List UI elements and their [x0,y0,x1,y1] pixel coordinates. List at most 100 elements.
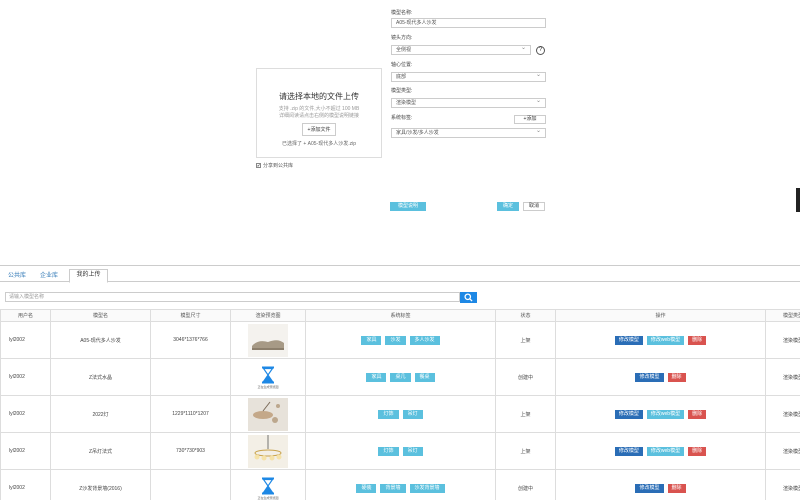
cell-model-name: Z法式水晶 [50,358,151,396]
system-tag[interactable]: 硬装 [356,483,377,493]
column-header: 模型尺寸 [150,309,231,322]
system-tag[interactable]: 吊灯 [402,409,423,419]
delete-button[interactable]: 删除 [688,335,707,345]
upload-hint: 支持 .zip 的文件,大小不超过 100 MB 详细阅读请点击右侧的模型说明链… [257,106,381,120]
cell-operations: 修改模型 修改web模型 删除 [555,432,766,470]
edit-model-button[interactable]: 修改模型 [614,409,643,419]
orientation-value: 全侧视 [396,47,412,53]
system-tag[interactable]: 多人沙发 [409,335,440,345]
cell-preview: 正在生成预览图 [230,469,306,500]
system-tag[interactable]: 灯饰 [378,409,399,419]
sofa-preview-image [248,323,288,357]
table-row: lyl2002 Z沙发背景墙(2016) 正在生成预览图 硬装 背景墙 沙发背景墙 创建中修… [0,469,800,500]
preview-image [248,397,288,431]
share-label: 分享到公共库 [263,163,294,169]
cell-tags: 灯饰 吊灯 [305,432,496,470]
scrollbar-thumb[interactable] [796,188,800,212]
delete-button[interactable]: 删除 [667,372,686,382]
table-body: lyl2002 A05-现代多人沙发 3046*1376*766 家具 沙发 多人沙发 上架… [0,321,800,500]
cell-model-type: 渲染模型 [765,395,800,433]
delete-button[interactable]: 删除 [688,446,707,456]
model-doc-button[interactable]: 模型说明 [390,202,426,211]
cell-model-size: 1229*1110*1207 [150,395,231,433]
add-tag-button[interactable]: +添加 [514,115,546,124]
cell-operations: 修改模型 删除 [555,469,766,500]
model-name-input[interactable]: A05-现代多人沙发 [391,18,546,28]
cell-status: 上架 [495,432,556,470]
cell-username: lyl2002 [0,321,51,359]
edit-model-button[interactable]: 修改模型 [635,372,664,382]
model-search-input[interactable]: 请输入模型名称 [5,292,460,302]
add-file-button[interactable]: +添加文件 [301,123,337,136]
cell-model-name: 2022灯 [50,395,151,433]
cell-tags: 家具 桌几 餐桌 [305,358,496,396]
column-header: 渲染预览图 [230,309,306,322]
hourglass-icon [262,366,274,383]
cell-operations: 修改模型 修改web模型 删除 [555,395,766,433]
system-tag-select[interactable]: 家具/沙发/多人沙发 [391,127,546,138]
axis-value: 底部 [396,74,407,80]
search-icon [464,293,473,302]
cancel-button[interactable]: 取消 [523,202,545,211]
system-tag[interactable]: 餐桌 [414,372,435,382]
cell-tags: 家具 沙发 多人沙发 [305,321,496,359]
tab-enterprise[interactable]: 企业库 [40,270,58,279]
orientation-select[interactable]: 全侧视 [391,44,531,55]
edit-model-button[interactable]: 修改模型 [614,446,643,456]
cell-model-name: Z吊灯法式 [50,432,151,470]
column-header: 状态 [495,309,556,322]
cell-model-type: 渲染模型 [765,432,800,470]
cell-status: 上架 [495,321,556,359]
upload-dropzone[interactable]: 请选择本地的文件上传 支持 .zip 的文件,大小不超过 100 MB 详细阅读… [256,68,382,158]
cell-preview [230,321,306,359]
delete-button[interactable]: 删除 [688,409,707,419]
upload-title: 请选择本地的文件上传 [279,92,359,101]
edit-model-button[interactable]: 修改模型 [635,483,664,493]
upload-hint-line: 支持 .zip 的文件,大小不超过 100 MB [278,106,360,112]
tab-public[interactable]: 公共库 [8,270,26,279]
cell-model-size: 730*730*903 [150,432,231,470]
preview-placeholder: 正在生成预览图 [248,361,288,394]
system-tag[interactable]: 沙发背景墙 [409,483,445,493]
cell-model-type: 渲染模型 [765,358,800,396]
library-tabs: 公共库 企业库 我的上传 [0,265,800,283]
axis-select[interactable]: 底部 [391,71,546,82]
system-tag[interactable]: 沙发 [385,335,406,345]
edit-web-model-button[interactable]: 修改web模型 [646,446,685,456]
column-header: 操作 [555,309,766,322]
model-name-label: 模型名称: [391,10,413,16]
cell-operations: 修改模型 删除 [555,358,766,396]
cell-username: lyl2002 [0,432,51,470]
preview-image [248,323,288,357]
system-tag-label: 系统标签: [391,115,413,121]
system-tag[interactable]: 灯饰 [378,446,399,456]
edit-model-button[interactable]: 修改模型 [614,335,643,345]
cell-model-type: 渲染模型 [765,469,800,500]
cell-model-name: A05-现代多人沙发 [50,321,151,359]
cell-operations: 修改模型 修改web模型 删除 [555,321,766,359]
system-tag[interactable]: 背景墙 [380,483,406,493]
preview-placeholder: 正在生成预览图 [248,472,288,500]
share-checkbox[interactable]: ✔ [256,163,261,168]
tab-my-uploads[interactable]: 我的上传 [69,269,108,283]
table-row: lyl2002 Z吊灯法式 730*730*903 灯饰 吊灯 上架 修改模型 修改web模型… [0,432,800,470]
orientation-label: 镜头方向: [391,35,413,41]
system-tag[interactable]: 吊灯 [402,446,423,456]
table-header: 用户名 模型名 模型尺寸 渲染预览图 系统标签 状态 操作 模型类型 [0,309,800,322]
table-row: lyl2002Z法式水晶正在生成预览图家具桌几餐桌创建中修改模型删除渲染模型 [0,358,800,396]
system-tag[interactable]: 家具 [361,335,382,345]
model-type-select[interactable]: 渲染模型 [391,97,546,108]
edit-web-model-button[interactable]: 修改web模型 [646,335,685,345]
cell-preview [230,432,306,470]
share-public-row[interactable]: ✔ 分享到公共库 [256,162,293,169]
help-icon[interactable]: ? [536,46,545,55]
system-tag-value: 家具/沙发/多人沙发 [396,130,439,136]
delete-button[interactable]: 删除 [667,483,686,493]
confirm-button[interactable]: 确定 [497,202,519,211]
system-tag[interactable]: 桌几 [390,372,411,382]
search-button[interactable] [460,292,477,303]
model-type-label: 模型类型: [391,88,413,94]
edit-web-model-button[interactable]: 修改web模型 [646,409,685,419]
cell-username: lyl2002 [0,469,51,500]
system-tag[interactable]: 家具 [366,372,387,382]
